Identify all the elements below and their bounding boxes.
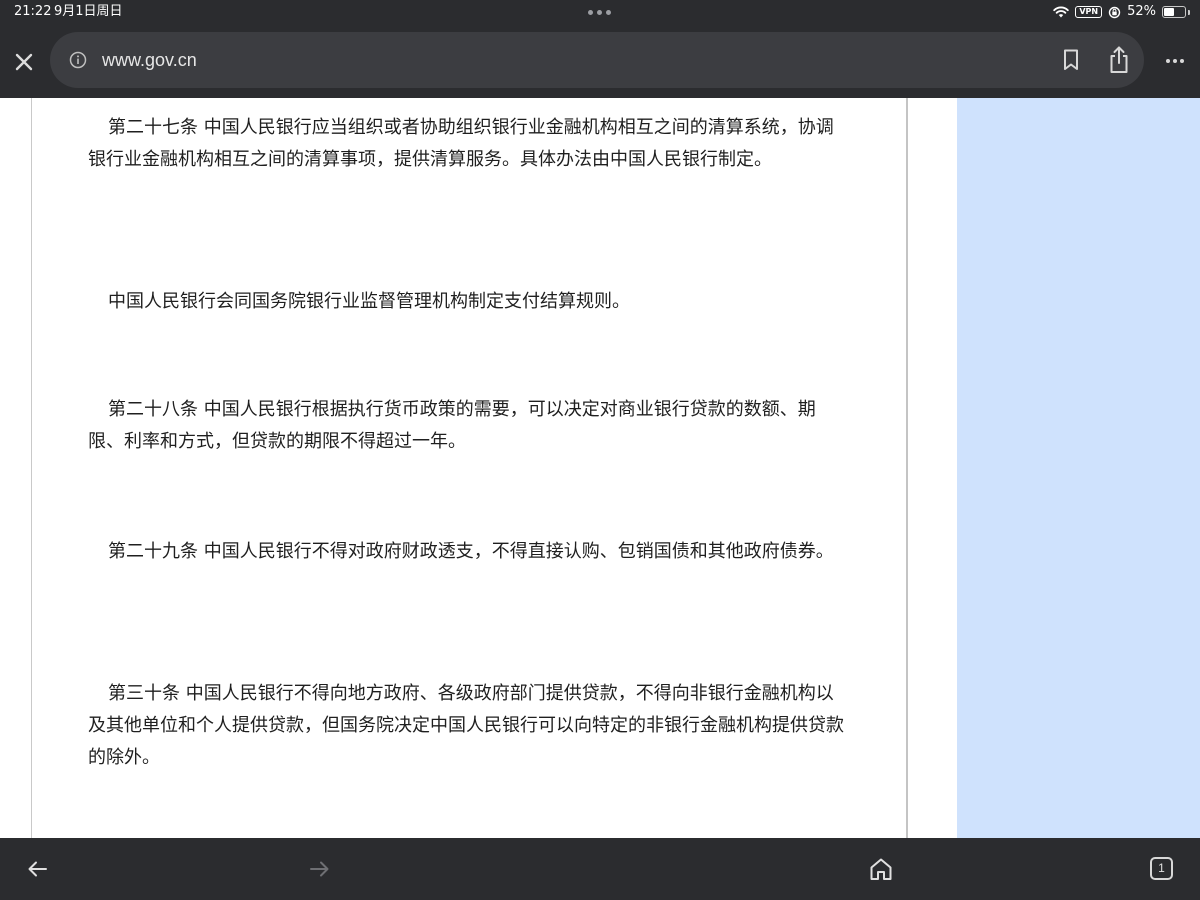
- wifi-icon: [1053, 6, 1070, 18]
- column-divider: [906, 98, 908, 838]
- close-button[interactable]: [8, 46, 40, 78]
- orientation-lock-icon: [1108, 6, 1121, 18]
- status-indicators: VPN 52%: [1053, 0, 1190, 24]
- url-text[interactable]: www.gov.cn: [102, 32, 197, 88]
- bookmark-icon[interactable]: [1058, 47, 1084, 73]
- tabs-icon[interactable]: 1: [1150, 857, 1173, 880]
- more-icon[interactable]: [1160, 46, 1190, 76]
- battery-level-fill: [1164, 8, 1174, 16]
- battery-cap: [1188, 9, 1190, 15]
- info-icon[interactable]: [68, 50, 88, 70]
- home-icon[interactable]: [868, 856, 894, 882]
- forward-arrow-icon[interactable]: [307, 857, 331, 881]
- article-paragraph: 第三十条 中国人民银行不得向地方政府、各级政府部门提供贷款，不得向非银行金融机构…: [88, 683, 844, 768]
- battery-percent: 52%: [1127, 4, 1156, 19]
- address-bar[interactable]: www.gov.cn: [50, 32, 1144, 88]
- multitasking-dots-icon[interactable]: [588, 10, 611, 15]
- side-panel: [957, 98, 1200, 838]
- article-paragraph: 第二十九条 中国人民银行不得对政府财政透支，不得直接认购、包销国债和其他政府债券…: [108, 541, 834, 562]
- battery-icon: [1162, 6, 1186, 18]
- status-date: 9月1日周日: [54, 4, 123, 19]
- share-icon[interactable]: [1106, 45, 1132, 75]
- vpn-badge: VPN: [1075, 6, 1103, 18]
- article-paragraph: 第二十七条 中国人民银行应当组织或者协助组织银行业金融机构相互之间的清算系统，协…: [88, 117, 834, 170]
- status-time: 21:22: [14, 4, 52, 19]
- article-paragraph: 中国人民银行会同国务院银行业监督管理机构制定支付结算规则。: [108, 291, 630, 312]
- browser-bottom-bar: 1: [0, 838, 1200, 900]
- browser-toolbar: www.gov.cn: [0, 24, 1200, 98]
- back-arrow-icon[interactable]: [26, 857, 50, 881]
- article-paragraph: 第二十八条 中国人民银行根据执行货币政策的需要，可以决定对商业银行贷款的数额、期…: [88, 399, 816, 452]
- close-icon: [15, 53, 33, 71]
- status-bar: 21:22 9月1日周日 VPN 52%: [0, 0, 1200, 24]
- web-content[interactable]: 第二十七条 中国人民银行应当组织或者协助组织银行业金融机构相互之间的清算系统，协…: [0, 98, 1200, 838]
